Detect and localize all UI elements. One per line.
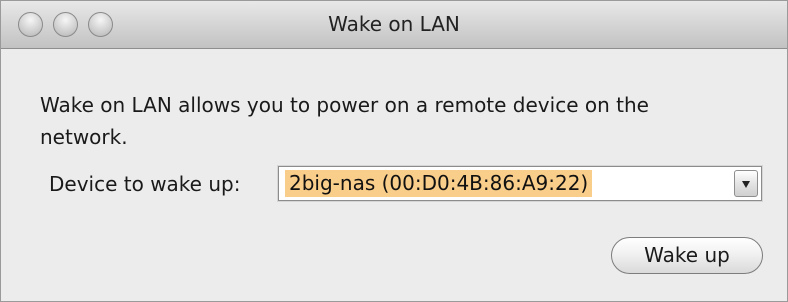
wake-on-lan-window: Wake on LAN Wake on LAN allows you to po… xyxy=(0,0,788,302)
wake-up-button[interactable]: Wake up xyxy=(611,237,763,274)
device-label: Device to wake up: xyxy=(49,172,241,196)
window-title: Wake on LAN xyxy=(328,12,460,36)
description-text: Wake on LAN allows you to power on a rem… xyxy=(40,93,649,149)
title-bar[interactable]: Wake on LAN xyxy=(1,1,787,49)
device-selected-value: 2big-nas (00:D0:4B:86:A9:22) xyxy=(285,170,593,197)
device-select[interactable]: 2big-nas (00:D0:4B:86:A9:22) xyxy=(278,166,762,201)
chevron-down-icon[interactable] xyxy=(734,170,758,197)
